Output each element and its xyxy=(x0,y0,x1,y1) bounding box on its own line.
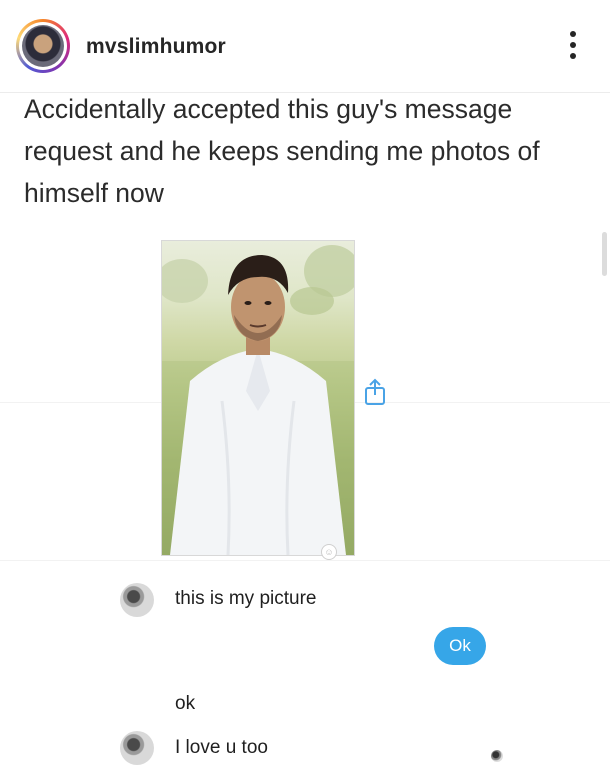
avatar-border xyxy=(19,22,67,70)
profile-avatar[interactable] xyxy=(16,19,70,73)
shared-photo[interactable] xyxy=(161,240,355,556)
share-icon[interactable] xyxy=(364,378,386,406)
sender-avatar[interactable] xyxy=(120,731,154,765)
divider xyxy=(0,560,610,561)
message-text: ok xyxy=(175,693,196,714)
three-dots-vertical-icon[interactable] xyxy=(566,31,580,65)
seen-indicator-avatar xyxy=(491,750,503,762)
sent-message-bubble: Ok xyxy=(434,627,486,665)
message-text: I love u too xyxy=(175,737,268,758)
instagram-post-screenshot: mvslimhumor Accidentally accepted this g… xyxy=(0,0,610,778)
post-caption: Accidentally accepted this guy's message… xyxy=(24,94,540,208)
message-text: this is my picture xyxy=(175,588,317,609)
sender-avatar[interactable] xyxy=(120,583,154,617)
post-header: mvslimhumor xyxy=(0,0,610,93)
avatar-image xyxy=(22,25,64,67)
scroll-indicator[interactable] xyxy=(602,232,607,276)
username-link[interactable]: mvslimhumor xyxy=(86,35,226,59)
reaction-icon[interactable]: ☺ xyxy=(321,544,337,560)
photo-image xyxy=(162,245,354,555)
